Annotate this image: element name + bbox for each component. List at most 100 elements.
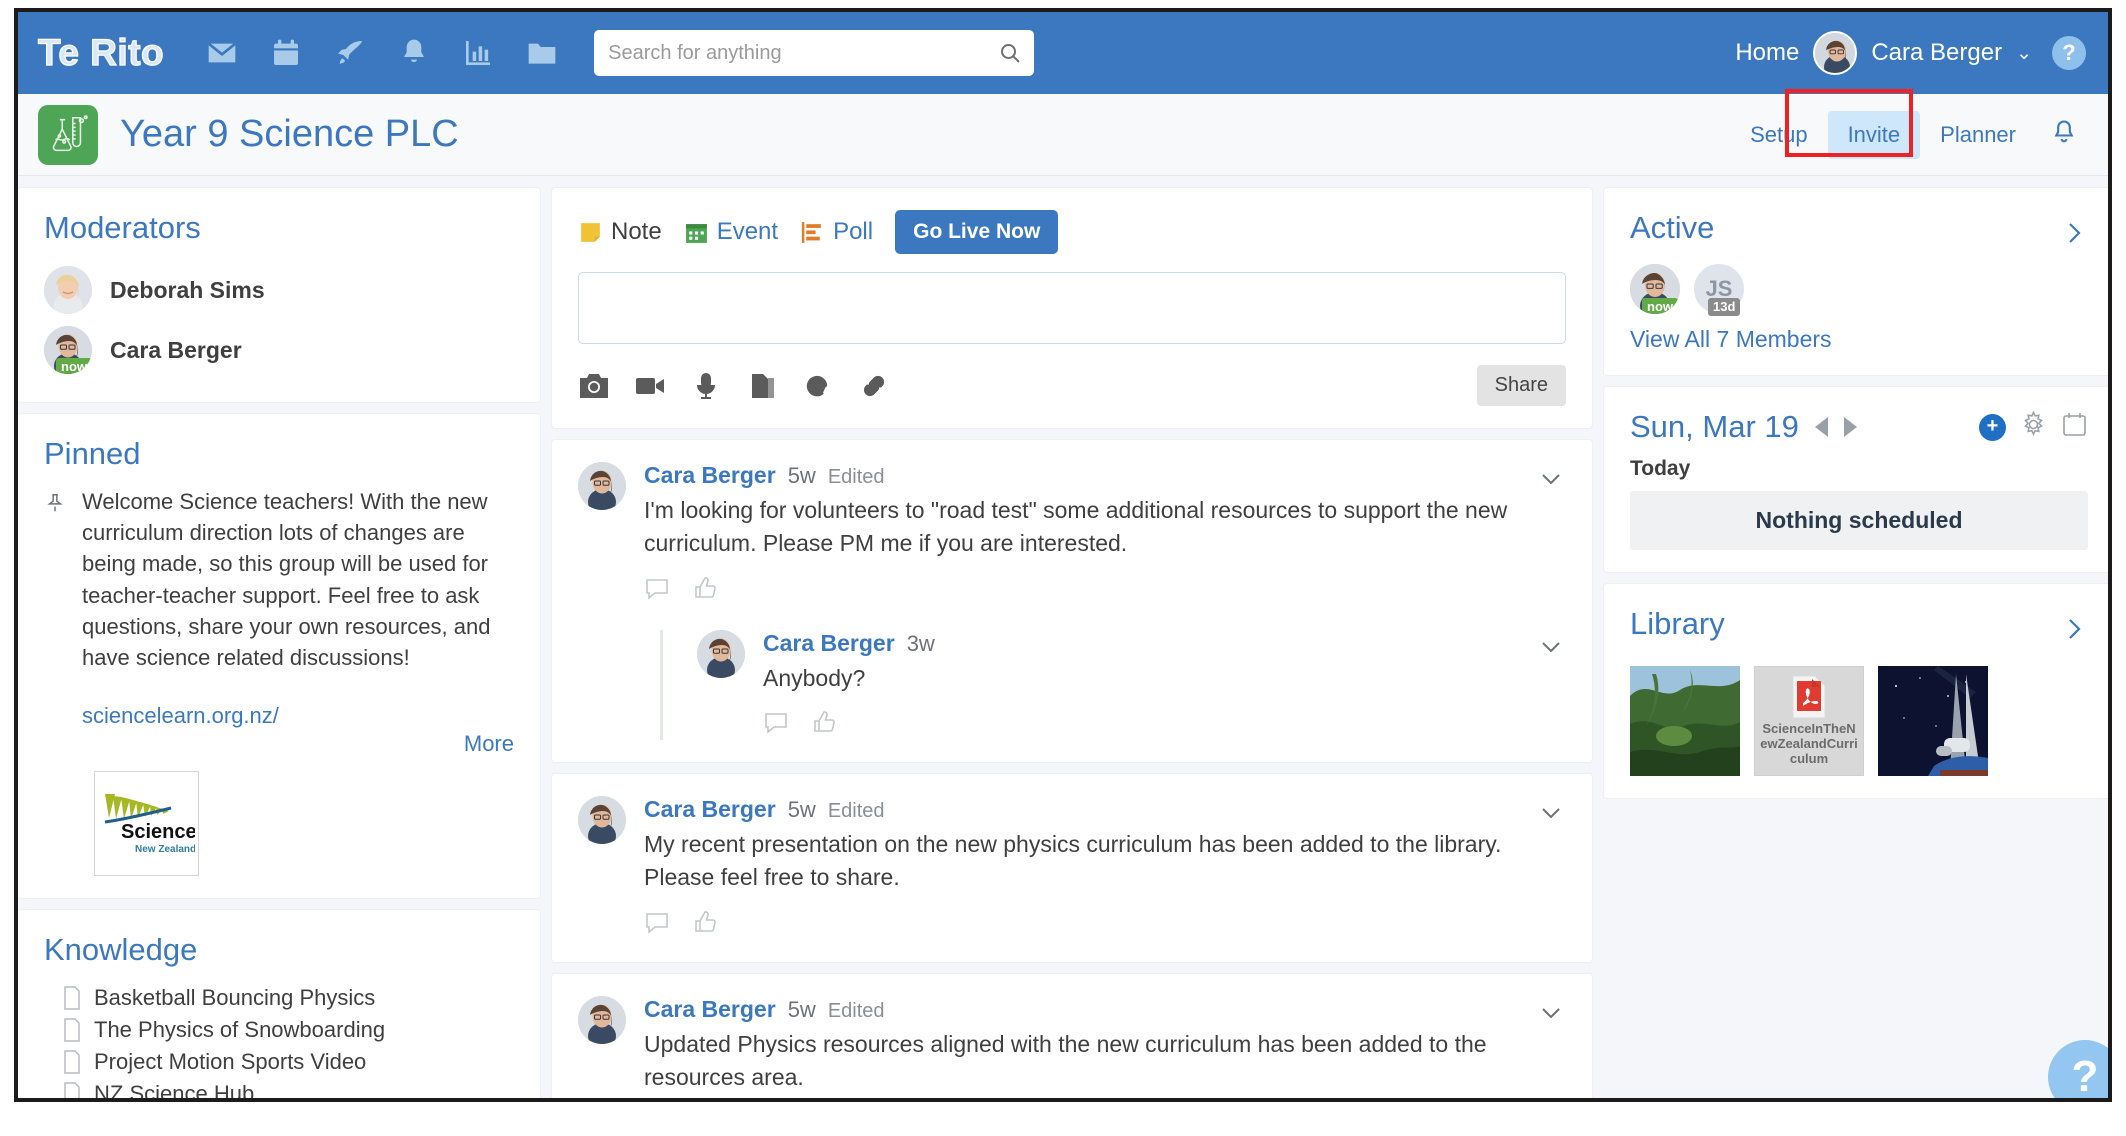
moderator-name: Cara Berger	[110, 336, 242, 363]
reply-expand-chevron-icon[interactable]	[1538, 634, 1564, 665]
planner-date-label: Sun, Mar 19	[1630, 409, 1799, 444]
user-name[interactable]: Cara Berger	[1871, 39, 2002, 67]
comment-icon[interactable]	[644, 575, 670, 606]
help-icon[interactable]: ?	[2052, 36, 2086, 70]
go-live-now-button[interactable]: Go Live Now	[895, 210, 1059, 254]
moderator-row[interactable]: Deborah Sims	[44, 260, 514, 320]
science-new-zealand-thumbnail[interactable]: Science New Zealand	[94, 771, 199, 877]
knowledge-item[interactable]: The Physics of Snowboarding	[44, 1014, 514, 1046]
avatar[interactable]	[578, 796, 626, 845]
document-icon[interactable]	[746, 371, 780, 401]
planner-date-header: Sun, Mar 19 +	[1630, 409, 2088, 445]
composer-event-button[interactable]: Event	[684, 218, 778, 246]
share-button[interactable]: Share	[1476, 365, 1566, 406]
home-link[interactable]: Home	[1735, 39, 1799, 67]
like-thumb-icon[interactable]	[692, 909, 718, 940]
pinned-link[interactable]: sciencelearn.org.nz/	[82, 703, 514, 729]
avatar[interactable]	[1813, 31, 1858, 75]
knowledge-item[interactable]: Basketball Bouncing Physics	[44, 982, 514, 1014]
post-expand-chevron-icon[interactable]	[1538, 1000, 1564, 1031]
post: Cara Berger 5w Edited My recent presenta…	[578, 796, 1566, 940]
library-image-thumbnail[interactable]	[1878, 666, 1988, 776]
chevron-right-icon[interactable]	[1843, 417, 1857, 437]
planner-tools: +	[1979, 410, 2088, 443]
status-badge: now	[56, 357, 92, 374]
chevron-right-icon[interactable]	[2060, 219, 2088, 252]
composer-poll-button[interactable]: Poll	[800, 218, 873, 246]
rocket-icon[interactable]	[327, 30, 373, 76]
pinned-title: Pinned	[44, 436, 141, 471]
pdf-file-icon	[1792, 675, 1826, 719]
pinned-more-link[interactable]: More	[82, 731, 514, 757]
knowledge-item[interactable]: Project Motion Sports Video	[44, 1046, 514, 1078]
avatar[interactable]	[578, 462, 626, 510]
notifications-bell-icon[interactable]	[2050, 118, 2084, 152]
library-pdf-thumbnail[interactable]: ScienceInTheNewZealandCurriculum	[1754, 666, 1864, 776]
group-nav-setup[interactable]: Setup	[1732, 112, 1826, 158]
post-timestamp: 5w	[787, 996, 816, 1022]
search-box[interactable]	[594, 30, 1035, 76]
science-flask-icon[interactable]	[38, 104, 98, 165]
composer-type-row: Note Event Poll Go Live Now	[578, 210, 1566, 254]
post-expand-chevron-icon[interactable]	[1538, 466, 1564, 497]
svg-text:Science: Science	[121, 821, 195, 843]
folder-icon[interactable]	[519, 30, 565, 76]
link-icon[interactable]	[858, 371, 892, 401]
left-sidebar: Moderators Deborah Sims now Cara Berger …	[18, 188, 540, 1098]
comment-icon[interactable]	[763, 709, 789, 740]
avatar[interactable]: now	[44, 326, 92, 374]
composer-card: Note Event Poll Go Live Now Share	[552, 188, 1592, 428]
like-thumb-icon[interactable]	[811, 709, 837, 740]
composer-tool-row: Share	[578, 365, 1566, 406]
google-icon[interactable]	[802, 371, 836, 401]
bell-icon[interactable]	[391, 30, 437, 76]
te-rito-logo[interactable]: Te Rito	[37, 31, 164, 74]
post-reply: Cara Berger 3w Anybody?	[660, 629, 1566, 741]
group-nav: Setup Invite Planner	[1732, 88, 2084, 159]
group-nav-planner[interactable]: Planner	[1922, 112, 2034, 158]
topbar-user-area: Home Cara Berger ⌄ ?	[1735, 31, 2086, 75]
active-card: Active now JS 13d View All 7 Members	[1604, 188, 2108, 375]
post: Cara Berger 5w Edited I'm looking for vo…	[578, 462, 1566, 741]
reply-author[interactable]: Cara Berger	[763, 630, 895, 657]
post-expand-chevron-icon[interactable]	[1538, 800, 1564, 831]
chart-bar-icon[interactable]	[455, 30, 501, 76]
knowledge-item[interactable]: NZ Science Hub	[44, 1078, 514, 1098]
planner-card: Sun, Mar 19 + Today Nothing scheduled	[1604, 387, 2108, 572]
calendar-icon[interactable]	[2061, 411, 2088, 443]
composer-poll-label: Poll	[833, 218, 874, 245]
camera-icon[interactable]	[578, 371, 612, 401]
gear-icon[interactable]	[2020, 410, 2047, 443]
add-event-button[interactable]: +	[1979, 413, 2006, 441]
group-nav-invite[interactable]: Invite	[1827, 110, 1921, 159]
view-all-members-link[interactable]: View All 7 Members	[1630, 326, 1832, 352]
post-author[interactable]: Cara Berger	[644, 796, 776, 823]
post-author[interactable]: Cara Berger	[644, 462, 776, 489]
moderator-name: Deborah Sims	[110, 276, 265, 303]
composer-event-label: Event	[716, 218, 779, 245]
chevron-right-icon[interactable]	[2060, 615, 2088, 648]
microphone-icon[interactable]	[690, 371, 724, 401]
avatar[interactable]	[44, 266, 92, 314]
avatar[interactable]	[697, 629, 745, 678]
initials-avatar[interactable]: JS 13d	[1694, 264, 1744, 316]
note-icon	[581, 222, 600, 242]
pinned-card: Pinned Welcome Science teachers! With th…	[18, 414, 540, 899]
mail-icon[interactable]	[199, 30, 245, 76]
chevron-left-icon[interactable]	[1814, 417, 1828, 437]
library-image-thumbnail[interactable]	[1630, 666, 1740, 776]
moderator-row[interactable]: now Cara Berger	[44, 320, 514, 380]
avatar[interactable]: now	[1630, 264, 1680, 314]
post-author[interactable]: Cara Berger	[644, 996, 776, 1023]
avatar[interactable]	[578, 995, 626, 1044]
search-input[interactable]	[594, 30, 1035, 76]
chevron-down-icon[interactable]: ⌄	[2016, 42, 2032, 65]
reply-text: Anybody?	[763, 664, 866, 691]
composer-note-button[interactable]: Note	[578, 218, 662, 246]
like-thumb-icon[interactable]	[692, 575, 718, 606]
pinned-text: Welcome Science teachers! With the new c…	[82, 489, 491, 671]
calendar-icon[interactable]	[263, 30, 309, 76]
composer-input[interactable]	[578, 272, 1566, 344]
video-icon[interactable]	[634, 371, 668, 401]
comment-icon[interactable]	[644, 909, 670, 940]
